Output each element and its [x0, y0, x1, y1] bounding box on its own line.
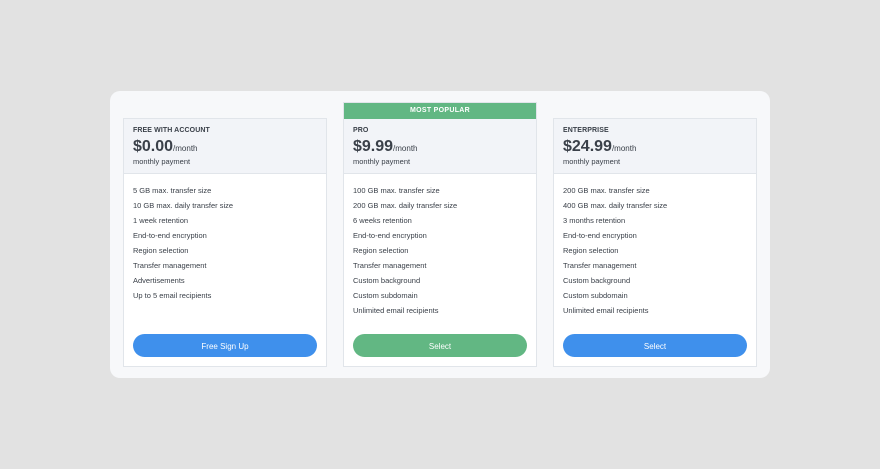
- plan-card-free: FREE WITH ACCOUNT $0.00/month monthly pa…: [123, 118, 327, 367]
- price-period: /month: [611, 144, 637, 153]
- plan-name: FREE WITH ACCOUNT: [133, 127, 210, 134]
- feature-item: Unlimited email recipients: [353, 306, 439, 315]
- plan-price: $9.99: [353, 138, 394, 155]
- feature-item: 200 GB max. daily transfer size: [353, 201, 458, 210]
- payment-note: monthly payment: [563, 157, 621, 166]
- plan-header: FREE WITH ACCOUNT $0.00/month monthly pa…: [124, 119, 326, 174]
- feature-list: 200 GB max. transfer size 400 GB max. da…: [563, 185, 750, 320]
- feature-item: 100 GB max. transfer size: [353, 186, 440, 195]
- feature-item: Custom subdomain: [563, 291, 628, 300]
- feature-item: 10 GB max. daily transfer size: [133, 201, 234, 210]
- price-period: /month: [393, 144, 418, 153]
- plan-header: ENTERPRISE $24.99/month monthly payment: [554, 119, 756, 174]
- feature-item: 3 months retention: [563, 216, 626, 225]
- price-row: $9.99/month: [353, 138, 418, 156]
- pro-select-button[interactable]: Select: [353, 334, 527, 357]
- feature-item: Advertisements: [133, 276, 185, 285]
- feature-item: Custom subdomain: [353, 291, 418, 300]
- plan-card-pro: MOST POPULAR PRO $9.99/month monthly pay…: [343, 102, 537, 367]
- payment-note: monthly payment: [353, 157, 411, 166]
- payment-note: monthly payment: [133, 157, 191, 166]
- feature-item: End-to-end encryption: [133, 231, 207, 240]
- feature-item: Region selection: [133, 246, 189, 255]
- feature-list: 5 GB max. transfer size 10 GB max. daily…: [133, 185, 320, 305]
- free-sign-up-button[interactable]: Free Sign Up: [133, 334, 317, 357]
- feature-item: Transfer management: [563, 261, 637, 270]
- plan-price: $0.00: [133, 138, 174, 155]
- feature-list: 100 GB max. transfer size 200 GB max. da…: [353, 185, 530, 320]
- feature-item: Custom background: [563, 276, 631, 285]
- feature-item: Unlimited email recipients: [563, 306, 649, 315]
- plan-name: PRO: [353, 127, 369, 134]
- feature-item: 200 GB max. transfer size: [563, 186, 650, 195]
- feature-item: End-to-end encryption: [563, 231, 637, 240]
- feature-item: End-to-end encryption: [353, 231, 427, 240]
- feature-item: Region selection: [563, 246, 619, 255]
- plan-header: PRO $9.99/month monthly payment: [344, 119, 536, 174]
- plan-price: $24.99: [563, 138, 612, 155]
- price-row: $24.99/month: [563, 138, 636, 156]
- price-period: /month: [173, 144, 198, 153]
- plan-name: ENTERPRISE: [563, 127, 609, 134]
- most-popular-badge: MOST POPULAR: [344, 103, 536, 119]
- feature-item: Region selection: [353, 246, 409, 255]
- feature-item: 5 GB max. transfer size: [133, 186, 212, 195]
- plan-card-enterprise: ENTERPRISE $24.99/month monthly payment …: [553, 118, 757, 367]
- feature-item: 400 GB max. daily transfer size: [563, 201, 668, 210]
- feature-item: Transfer management: [133, 261, 207, 270]
- feature-item: Up to 5 email recipients: [133, 291, 212, 300]
- feature-item: 6 weeks retention: [353, 216, 412, 225]
- feature-item: Transfer management: [353, 261, 427, 270]
- feature-item: Custom background: [353, 276, 421, 285]
- feature-item: 1 week retention: [133, 216, 189, 225]
- price-row: $0.00/month: [133, 138, 198, 156]
- enterprise-select-button[interactable]: Select: [563, 334, 747, 357]
